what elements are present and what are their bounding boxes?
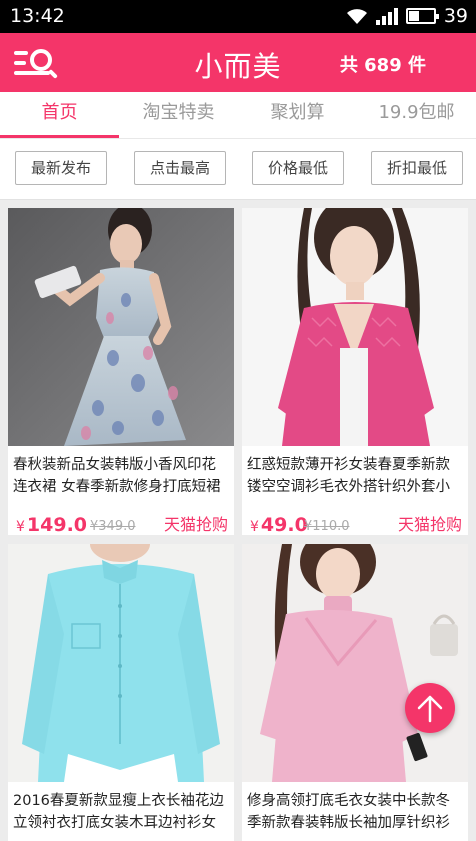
- price-row: ¥49.0 ¥110.0 天猫抢购: [242, 500, 468, 535]
- filter-lowest-price-button[interactable]: 价格最低: [252, 151, 344, 185]
- filter-newest-button[interactable]: 最新发布: [15, 151, 107, 185]
- product-title[interactable]: 红惑短款薄开衫女装春夏季新款镂空空调衫毛衣外搭针织外套小: [242, 450, 468, 500]
- product-image[interactable]: [8, 208, 234, 446]
- product-card[interactable]: 春秋装新品女装韩版小香风印花连衣裙 女春季新款修身打底短裙 ¥149.0 ¥34…: [8, 208, 234, 535]
- tab-free-shipping[interactable]: 19.9包邮: [357, 92, 476, 138]
- category-tabs: 首页 淘宝特卖 聚划算 19.9包邮: [0, 92, 476, 138]
- product-image[interactable]: [242, 544, 468, 782]
- product-price: ¥49.0: [250, 514, 308, 535]
- product-card[interactable]: 红惑短款薄开衫女装春夏季新款镂空空调衫毛衣外搭针织外套小 ¥49.0 ¥110.…: [242, 208, 468, 535]
- original-price: ¥349.0: [90, 519, 136, 534]
- product-price: ¥149.0: [16, 514, 88, 535]
- product-card[interactable]: 2016春夏新款显瘦上衣长袖花边立领衬衣打底女装木耳边衬衫女: [8, 544, 234, 841]
- product-image[interactable]: [8, 544, 234, 782]
- status-time: 13:42: [10, 5, 65, 27]
- price-row: ¥149.0 ¥349.0 天猫抢购: [8, 500, 234, 535]
- status-icons: 39: [346, 5, 468, 27]
- signal-icon: [375, 7, 398, 25]
- sort-filters: 最新发布 点击最高 价格最低 折扣最低: [0, 138, 476, 200]
- product-title[interactable]: 修身高领打底毛衣女装中长款冬季新款春装韩版长袖加厚针织衫: [242, 786, 468, 836]
- status-bar: 13:42 39: [0, 0, 476, 33]
- tab-juhuasuan[interactable]: 聚划算: [238, 92, 357, 138]
- item-count: 共 689 件: [339, 55, 426, 76]
- wifi-icon: [346, 9, 367, 24]
- filter-most-clicked-button[interactable]: 点击最高: [134, 151, 226, 185]
- product-title[interactable]: 2016春夏新款显瘦上衣长袖花边立领衬衣打底女装木耳边衬衫女: [8, 786, 234, 836]
- product-image[interactable]: [242, 208, 468, 446]
- tab-taobao-sale[interactable]: 淘宝特卖: [119, 92, 238, 138]
- battery-level: 39: [443, 5, 468, 27]
- tmall-buy-button[interactable]: 天猫抢购: [164, 511, 228, 535]
- battery-icon: [405, 8, 439, 24]
- filter-lowest-discount-button[interactable]: 折扣最低: [371, 151, 463, 185]
- tab-home[interactable]: 首页: [0, 92, 119, 138]
- original-price: ¥110.0: [304, 519, 350, 534]
- app-header: 小而美 共 689 件: [0, 33, 476, 92]
- product-grid: 春秋装新品女装韩版小香风印花连衣裙 女春季新款修身打底短裙 ¥149.0 ¥34…: [0, 200, 476, 841]
- arrow-up-icon: [417, 695, 443, 723]
- scroll-to-top-button[interactable]: [405, 683, 455, 733]
- product-title[interactable]: 春秋装新品女装韩版小香风印花连衣裙 女春季新款修身打底短裙: [8, 450, 234, 500]
- tmall-buy-button[interactable]: 天猫抢购: [398, 511, 462, 535]
